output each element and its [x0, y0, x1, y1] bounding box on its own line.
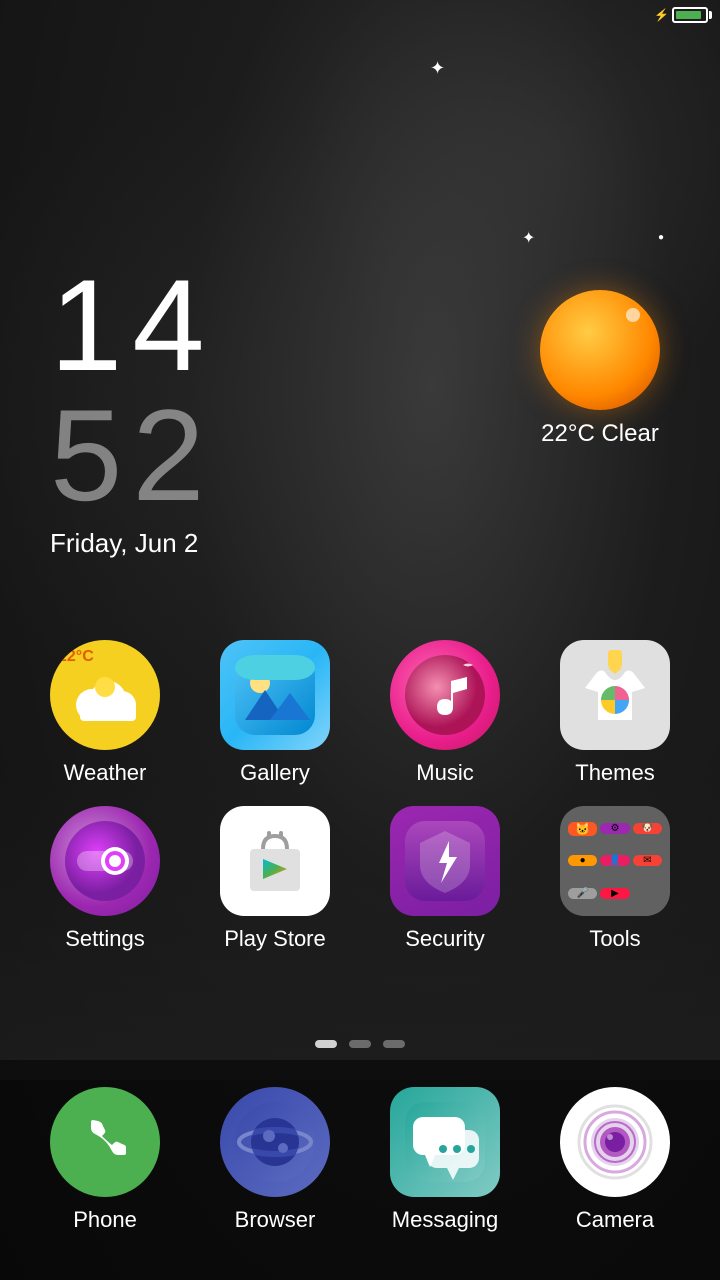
clock-hour: 14 [50, 260, 215, 390]
star-3: ● [658, 232, 664, 243]
sun-dot [626, 308, 640, 322]
music-icon [390, 640, 500, 750]
app-row-1: 22°C Weather [30, 640, 690, 786]
app-playstore[interactable]: Play Store [200, 806, 350, 952]
messaging-icon [390, 1087, 500, 1197]
messaging-svg [405, 1102, 485, 1182]
themes-label: Themes [575, 760, 654, 786]
clock-widget: 14 52 Friday, Jun 2 [50, 260, 215, 559]
status-bar: ⚡ [600, 0, 720, 30]
playstore-label: Play Store [224, 926, 326, 952]
settings-icon [50, 806, 160, 916]
gallery-label: Gallery [240, 760, 310, 786]
weather-widget: 22°C Clear [540, 290, 660, 448]
battery-bar [672, 7, 708, 23]
weather-icon: 22°C [50, 640, 160, 750]
camera-svg [575, 1102, 655, 1182]
security-label: Security [405, 926, 484, 952]
themes-icon [560, 640, 670, 750]
battery-indicator: ⚡ [654, 7, 708, 23]
themes-svg [570, 650, 660, 740]
app-tools[interactable]: 🐱 ⚙ 🐶 ● 👤 ✉ 🎤 ▶ Tools [540, 806, 690, 952]
browser-icon [220, 1087, 330, 1197]
phone-icon [50, 1087, 160, 1197]
gallery-icon [220, 640, 330, 750]
camera-label: Camera [576, 1207, 654, 1233]
battery-fill [676, 11, 701, 19]
app-gallery[interactable]: Gallery [200, 640, 350, 786]
clock-date: Friday, Jun 2 [50, 528, 215, 559]
weather-sun-icon [540, 290, 660, 410]
weather-temp: 22°C Clear [541, 420, 659, 448]
page-dot-1[interactable] [315, 1040, 337, 1048]
clock-minute: 52 [50, 390, 215, 520]
music-svg [405, 655, 485, 735]
camera-icon [560, 1087, 670, 1197]
playstore-icon [220, 806, 330, 916]
weather-mini-temp: 22°C [58, 648, 94, 666]
app-settings[interactable]: Settings [30, 806, 180, 952]
gallery-svg [235, 655, 315, 735]
dock-messaging[interactable]: Messaging [370, 1087, 520, 1233]
security-svg [405, 821, 485, 901]
app-grid: 22°C Weather [0, 640, 720, 972]
browser-svg [235, 1102, 315, 1182]
dock-phone[interactable]: Phone [30, 1087, 180, 1233]
app-weather[interactable]: 22°C Weather [30, 640, 180, 786]
page-dot-3[interactable] [383, 1040, 405, 1048]
phone-svg [65, 1102, 145, 1182]
phone-label: Phone [73, 1207, 137, 1233]
tools-icon: 🐱 ⚙ 🐶 ● 👤 ✉ 🎤 ▶ [560, 806, 670, 916]
app-security[interactable]: Security [370, 806, 520, 952]
music-label: Music [416, 760, 473, 786]
star-1: ✦ [430, 58, 445, 79]
tools-label: Tools [589, 926, 640, 952]
app-music[interactable]: Music [370, 640, 520, 786]
app-themes[interactable]: Themes [540, 640, 690, 786]
settings-label: Settings [65, 926, 145, 952]
page-dot-2[interactable] [349, 1040, 371, 1048]
dock-browser[interactable]: Browser [200, 1087, 350, 1233]
settings-svg [65, 821, 145, 901]
messaging-label: Messaging [392, 1207, 498, 1233]
browser-label: Browser [235, 1207, 316, 1233]
dock: Phone [0, 1060, 720, 1280]
cloud-svg [70, 675, 140, 725]
star-2: ✦ [522, 228, 535, 248]
page-dots [315, 1040, 405, 1048]
weather-label: Weather [64, 760, 147, 786]
app-row-2: Settings [30, 806, 690, 952]
playstore-svg [235, 821, 315, 901]
dock-camera[interactable]: Camera [540, 1087, 690, 1233]
charging-icon: ⚡ [654, 8, 669, 22]
security-icon [390, 806, 500, 916]
